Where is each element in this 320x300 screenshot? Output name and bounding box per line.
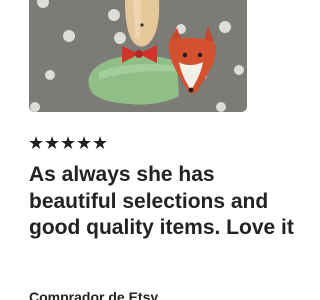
ornament-illustration xyxy=(29,0,247,112)
star-icon: ★ xyxy=(28,133,45,153)
star-icon: ★ xyxy=(92,133,109,153)
review-card: ★ ★ ★ ★ ★ As always she has beautiful se… xyxy=(0,0,300,300)
review-photo[interactable] xyxy=(29,0,247,112)
rating-stars: ★ ★ ★ ★ ★ xyxy=(28,133,109,153)
star-icon: ★ xyxy=(44,133,61,153)
star-icon: ★ xyxy=(76,133,93,153)
review-text: As always she has beautiful selections a… xyxy=(29,163,294,239)
reviewer-name-link[interactable]: Comprador de Etsy xyxy=(29,289,158,300)
star-icon: ★ xyxy=(60,133,77,153)
